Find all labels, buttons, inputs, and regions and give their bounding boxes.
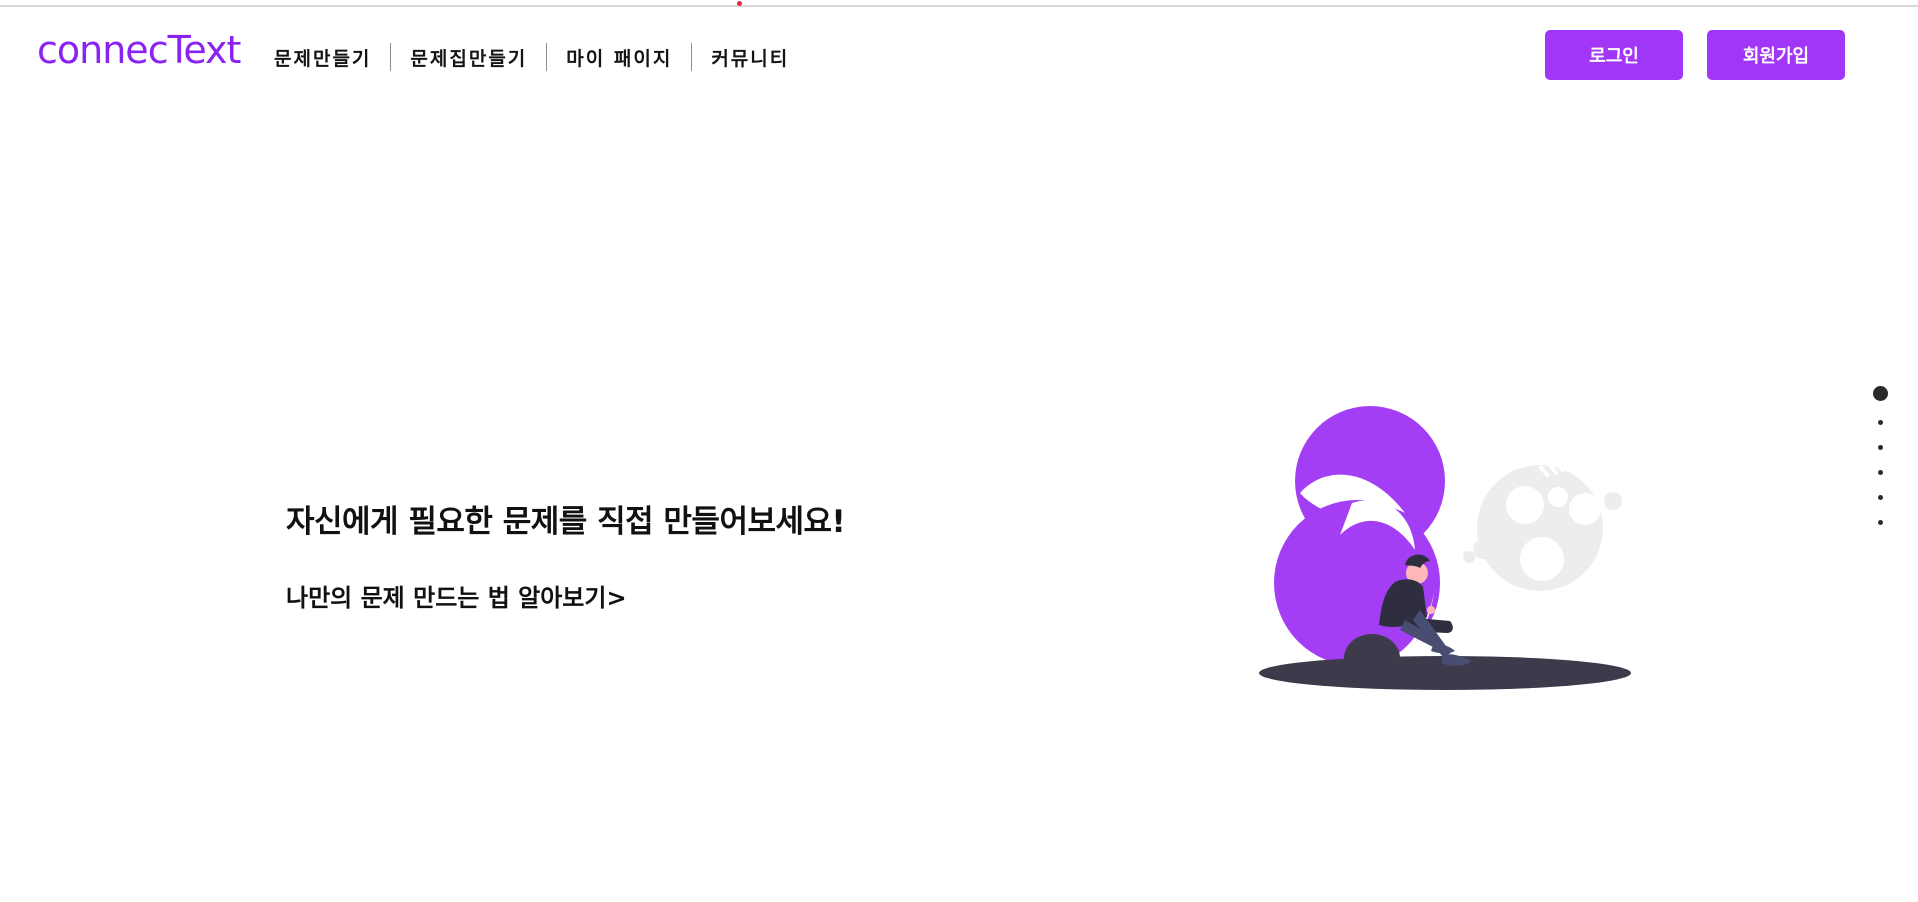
pagination-dot-2[interactable]	[1878, 420, 1883, 425]
section-pagination	[1869, 386, 1891, 526]
signup-button[interactable]: 회원가입	[1707, 30, 1845, 80]
login-button[interactable]: 로그인	[1545, 30, 1683, 80]
main-nav: 문제만들기 문제집만들기 마이 패이지 커뮤니티	[274, 41, 789, 73]
site-header: connecText 문제만들기 문제집만들기 마이 패이지 커뮤니티 로그인 …	[0, 7, 1918, 102]
nav-divider	[546, 43, 548, 71]
pagination-dot-4[interactable]	[1878, 470, 1883, 475]
learn-how-link[interactable]: 나만의 문제 만드는 법 알아보기>	[286, 578, 627, 613]
site-logo[interactable]: connecText	[37, 31, 241, 69]
pagination-dot-5[interactable]	[1878, 495, 1883, 500]
rock	[1344, 634, 1400, 682]
nav-divider	[390, 43, 392, 71]
nav-item-my-page[interactable]: 마이 패이지	[566, 44, 672, 71]
gray-thought-bubble	[1463, 460, 1622, 591]
person-sitting-thought-bubble-illustration	[1259, 406, 1631, 690]
nav-divider	[691, 43, 693, 71]
nav-item-community[interactable]: 커뮤니티	[711, 44, 789, 71]
pagination-dot-6[interactable]	[1878, 520, 1883, 525]
pagination-dot-1[interactable]	[1873, 386, 1888, 401]
nav-item-create-workbook[interactable]: 문제집만들기	[410, 44, 527, 71]
pagination-dot-3[interactable]	[1878, 445, 1883, 450]
top-indicator-dot	[737, 1, 742, 6]
nav-item-create-question[interactable]: 문제만들기	[274, 44, 371, 71]
hero-title: 자신에게 필요한 문제를 직접 만들어보세요!	[286, 504, 846, 540]
